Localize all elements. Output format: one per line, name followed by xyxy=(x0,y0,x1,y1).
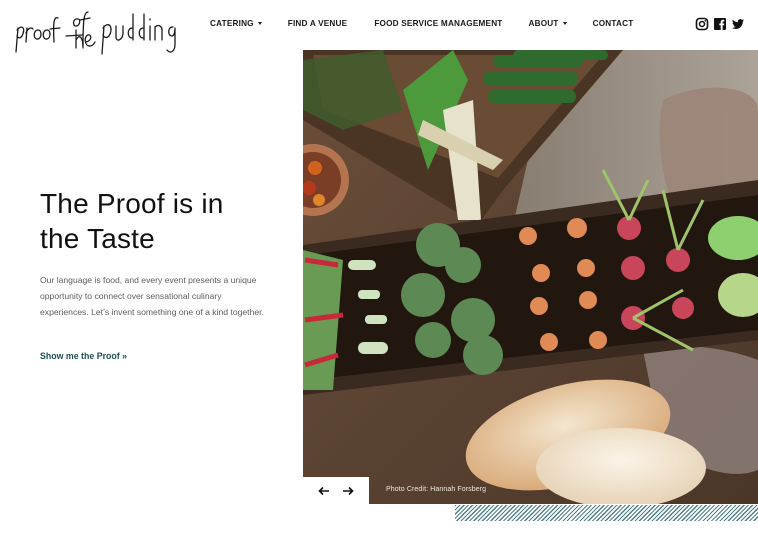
twitter-icon[interactable] xyxy=(731,17,745,31)
social-links xyxy=(695,17,745,31)
nav-item-label: CATERING xyxy=(210,19,254,28)
show-me-the-proof-link[interactable]: Show me the Proof » xyxy=(40,351,127,361)
logo[interactable] xyxy=(12,6,178,58)
handwritten-logo-icon xyxy=(15,11,176,55)
caret-down-icon xyxy=(562,22,567,25)
nav-item-label: FIND A VENUE xyxy=(287,19,348,28)
hero-title-line-2: the Taste xyxy=(40,223,155,254)
facebook-icon[interactable] xyxy=(713,17,727,31)
nav-item-catering[interactable]: CATERING xyxy=(210,19,262,28)
nav-item-label: FOOD SERVICE MANAGEMENT xyxy=(374,19,503,28)
slider-controls xyxy=(303,477,369,505)
nav-item-about[interactable]: ABOUT xyxy=(529,19,567,28)
instagram-icon[interactable] xyxy=(695,17,709,31)
nav-item-label: ABOUT xyxy=(528,19,559,28)
decorative-hatch-band xyxy=(455,505,758,521)
nav-item-food-service-management[interactable]: FOOD SERVICE MANAGEMENT xyxy=(374,19,502,28)
photo-credit: Photo Credit: Hannah Forsberg xyxy=(386,486,487,493)
arrow-right-icon xyxy=(343,486,354,496)
next-slide-button[interactable] xyxy=(342,485,354,497)
arrow-left-icon xyxy=(318,486,329,496)
prev-slide-button[interactable] xyxy=(318,485,330,497)
nav-item-contact[interactable]: CONTACT xyxy=(593,19,634,28)
nav-item-find-a-venue[interactable]: FIND A VENUE xyxy=(288,19,348,28)
hero-photo xyxy=(303,50,758,504)
caret-down-icon xyxy=(257,22,262,25)
nav-item-label: CONTACT xyxy=(592,19,634,28)
hero-title: The Proof is in the Taste xyxy=(40,186,280,256)
hero-title-line-1: The Proof is in xyxy=(40,188,224,219)
main-nav: CATERING FIND A VENUE FOOD SERVICE MANAG… xyxy=(210,19,633,28)
vegetable-planter-photo xyxy=(303,50,758,504)
hero-description: Our language is food, and every event pr… xyxy=(40,275,264,317)
